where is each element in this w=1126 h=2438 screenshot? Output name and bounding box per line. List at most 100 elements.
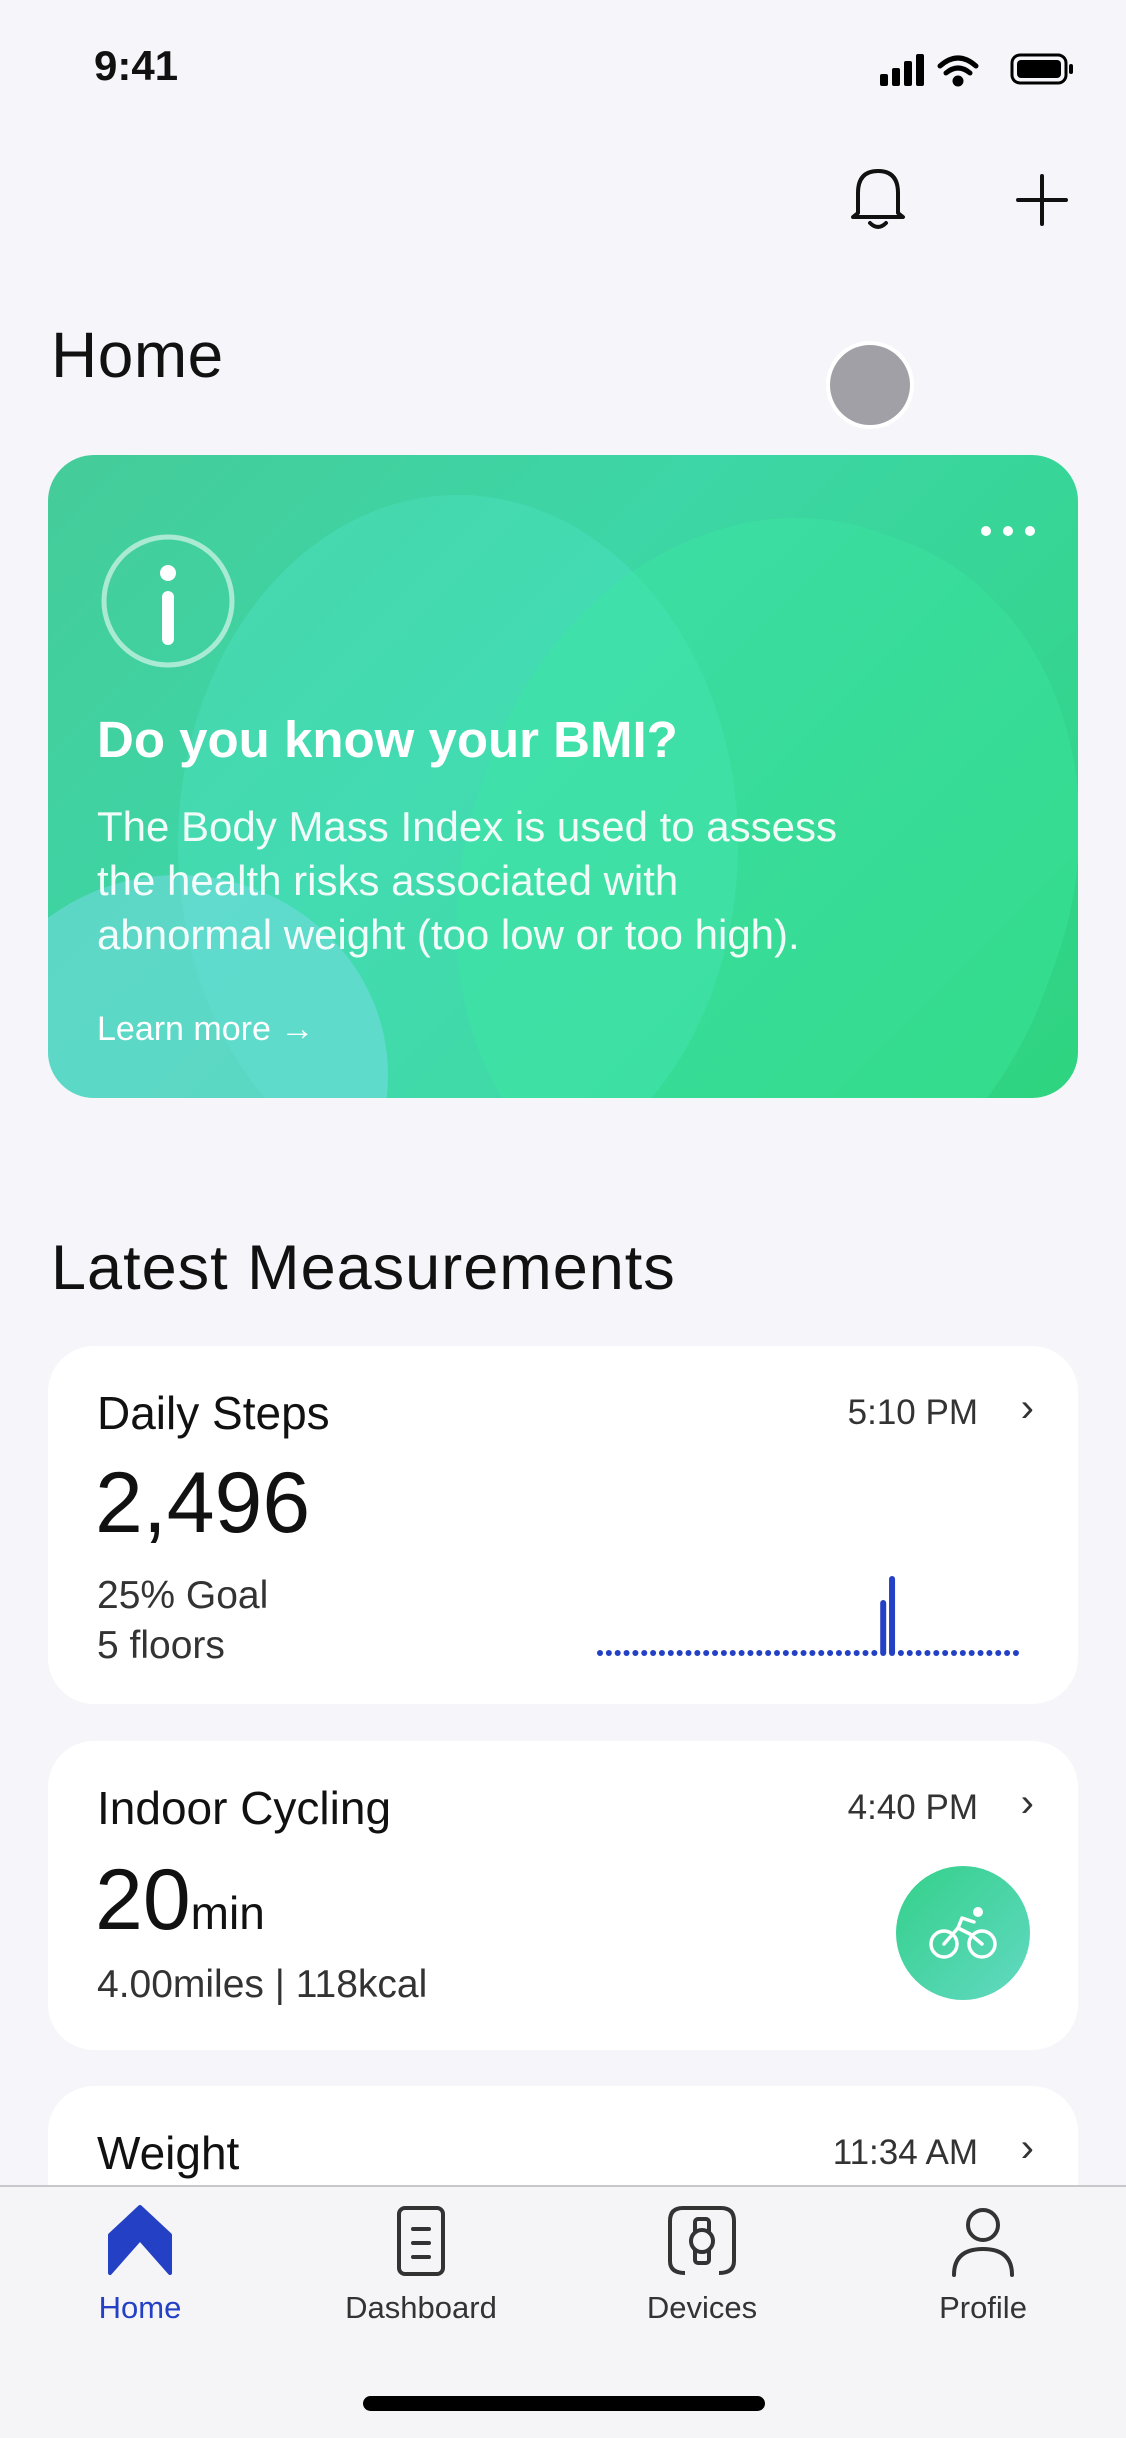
steps-bar <box>959 1650 966 1656</box>
promo-body-line: the health risks associated with <box>97 857 679 904</box>
status-icons <box>880 53 1073 87</box>
steps-value: 2,496 <box>95 1455 311 1551</box>
plus-icon[interactable] <box>1016 174 1068 226</box>
tab-home[interactable]: Home <box>40 2205 240 2326</box>
tab-label: Devices <box>646 2290 758 2325</box>
tab-profile[interactable]: Profile <box>883 2205 1083 2326</box>
more-options-icon[interactable] <box>978 521 1042 541</box>
steps-bar <box>844 1650 851 1656</box>
measurement-title: Daily Steps <box>97 1387 330 1439</box>
chevron-right-icon[interactable]: › <box>1021 1781 1034 1826</box>
cycling-stats: 4.00miles | 118kcal <box>97 1963 428 2006</box>
steps-bar <box>968 1650 975 1656</box>
learn-more-link[interactable]: Learn more → <box>97 1010 314 1049</box>
bmi-info-card[interactable]: Do you know your BMI? The Body Mass Inde… <box>48 455 1078 1098</box>
steps-bar <box>809 1650 816 1656</box>
steps-bar <box>676 1650 683 1656</box>
tab-label: Profile <box>939 2290 1027 2325</box>
steps-bar <box>658 1650 665 1656</box>
signal-icon <box>880 54 924 86</box>
steps-bar <box>782 1650 789 1656</box>
steps-bar <box>889 1576 896 1656</box>
avatar[interactable] <box>826 341 914 429</box>
steps-bar <box>641 1650 648 1656</box>
watch-icon <box>668 2206 736 2275</box>
steps-bar <box>614 1650 621 1656</box>
steps-bar <box>729 1650 736 1656</box>
bell-icon[interactable] <box>850 165 906 231</box>
daily-steps-card[interactable]: Daily Steps 5:10 PM › 2,496 25% Goal 5 f… <box>48 1346 1078 1704</box>
steps-bar <box>703 1650 710 1656</box>
steps-bar <box>774 1650 780 1656</box>
duration-unit: min <box>190 1887 265 1939</box>
steps-bar <box>632 1650 639 1656</box>
steps-bar <box>862 1650 869 1656</box>
steps-bar <box>720 1650 727 1656</box>
goal-text: 25% Goal <box>97 1574 269 1617</box>
steps-bar <box>827 1650 834 1656</box>
steps-chart <box>597 1576 1019 1656</box>
promo-body-line: abnormal weight (too low or too high). <box>97 911 800 958</box>
tab-dashboard[interactable]: Dashboard <box>321 2205 521 2326</box>
home-icon <box>108 2205 172 2275</box>
wifi-icon <box>937 55 979 87</box>
steps-bar <box>818 1650 825 1656</box>
steps-bar <box>924 1650 931 1656</box>
steps-bar <box>915 1650 922 1656</box>
steps-bar <box>977 1650 984 1656</box>
steps-bar <box>942 1650 949 1656</box>
steps-bar <box>800 1650 807 1656</box>
steps-bar <box>756 1650 763 1656</box>
tab-label: Home <box>98 2290 182 2325</box>
bicycle-icon <box>929 1907 997 1959</box>
promo-body: The Body Mass Index is used to assess th… <box>97 800 837 962</box>
steps-bar <box>747 1650 754 1656</box>
measurement-time: 4:40 PM <box>847 1788 978 1827</box>
status-time: 9:41 <box>94 42 179 89</box>
steps-bar <box>880 1600 887 1656</box>
steps-bar <box>597 1650 603 1656</box>
bicycle-badge <box>896 1866 1030 2000</box>
steps-bar <box>791 1650 798 1656</box>
steps-bar <box>650 1650 657 1656</box>
steps-bar <box>1004 1650 1011 1656</box>
steps-bar <box>986 1650 993 1656</box>
steps-bar <box>685 1650 692 1656</box>
measurement-time: 11:34 AM <box>832 2133 978 2172</box>
person-icon <box>952 2208 1014 2277</box>
measurement-time: 5:10 PM <box>847 1393 978 1432</box>
steps-bar <box>933 1650 940 1656</box>
tab-label: Dashboard <box>345 2290 497 2325</box>
info-icon <box>101 534 235 668</box>
chevron-right-icon[interactable]: › <box>1021 1386 1034 1431</box>
steps-bar <box>738 1650 745 1656</box>
measurement-title: Indoor Cycling <box>97 1782 392 1834</box>
section-title: Latest Measurements <box>51 1233 676 1303</box>
steps-bar <box>853 1650 860 1656</box>
home-indicator <box>363 2396 765 2411</box>
steps-bar <box>897 1650 904 1656</box>
dashboard-icon <box>397 2206 445 2276</box>
tab-devices[interactable]: Devices <box>602 2205 802 2326</box>
battery-icon <box>1010 53 1073 85</box>
steps-bar <box>995 1650 1002 1656</box>
steps-bar <box>623 1650 630 1656</box>
steps-bar <box>765 1650 772 1656</box>
steps-bar <box>667 1650 674 1656</box>
chevron-right-icon[interactable]: › <box>1021 2126 1034 2171</box>
steps-bar <box>951 1650 957 1656</box>
steps-bar <box>835 1650 842 1656</box>
promo-body-line: The Body Mass Index is used to assess <box>97 803 838 850</box>
steps-bar <box>906 1650 913 1656</box>
steps-bar <box>605 1650 612 1656</box>
steps-bar <box>1012 1650 1019 1656</box>
duration-value: 20 <box>95 1852 191 1948</box>
steps-bar <box>871 1650 878 1656</box>
indoor-cycling-card[interactable]: Indoor Cycling 4:40 PM › 20min 4.00miles… <box>48 1741 1078 2050</box>
promo-title: Do you know your BMI? <box>97 711 678 768</box>
floors-text: 5 floors <box>97 1624 225 1667</box>
page-title: Home <box>51 319 224 391</box>
steps-bar <box>694 1650 701 1656</box>
duration: 20min <box>95 1851 265 1950</box>
measurement-title: Weight <box>97 2127 240 2179</box>
